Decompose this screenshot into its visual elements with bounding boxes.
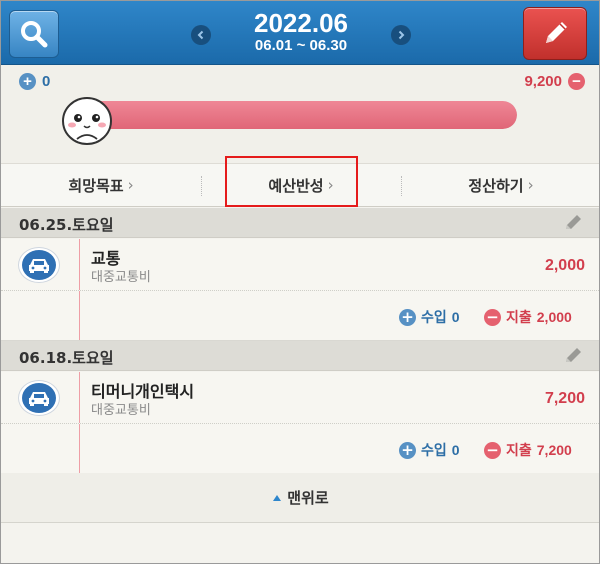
chevron-right-icon: › bbox=[127, 176, 134, 194]
search-icon bbox=[21, 21, 48, 48]
add-entry-button[interactable] bbox=[523, 7, 587, 60]
balance-panel: + 0 9,200 − bbox=[1, 65, 599, 163]
mascot-icon bbox=[62, 97, 112, 145]
budget-progress-bar bbox=[85, 101, 517, 129]
category-badge bbox=[18, 380, 60, 416]
total-expense-value: 9,200 bbox=[524, 73, 562, 90]
tab-settlement-label: 정산하기 bbox=[468, 176, 524, 195]
current-month[interactable]: 2022.06 bbox=[221, 9, 381, 37]
day-expense: − 지출 2,000 bbox=[484, 307, 572, 327]
day-expense-value: 7,200 bbox=[536, 442, 572, 458]
plus-icon: + bbox=[399, 308, 416, 326]
margin-line bbox=[79, 372, 80, 423]
day-expense: − 지출 7,200 bbox=[484, 440, 572, 460]
total-income-value: 0 bbox=[42, 73, 51, 90]
car-icon bbox=[29, 392, 49, 406]
scroll-to-top-label: 맨위로 bbox=[287, 489, 329, 507]
plus-icon: + bbox=[399, 441, 416, 459]
day-date: 06.25.토요일 bbox=[19, 216, 114, 234]
day-summary: + 수입 0 − 지출 7,200 bbox=[1, 424, 599, 474]
budget-progress-fill bbox=[85, 101, 517, 129]
category-badge bbox=[18, 247, 60, 283]
list-item[interactable]: 티머니개인택시 대중교통비 7,200 bbox=[1, 372, 599, 424]
entry-category: 대중교통비 bbox=[91, 270, 151, 285]
minus-icon: − bbox=[484, 308, 501, 326]
day-header: 06.25.토요일 bbox=[1, 208, 599, 238]
entry-amount: 2,000 bbox=[544, 257, 585, 274]
app-frame: 2022.06 06.01 ~ 06.30 + 0 9,200 − 희망목표 ›… bbox=[0, 0, 600, 564]
pencil-icon bbox=[546, 21, 567, 43]
day-income: + 수입 0 bbox=[399, 440, 460, 460]
arrow-up-icon bbox=[273, 494, 282, 501]
car-icon bbox=[29, 259, 49, 273]
day-income-label: 수입 bbox=[421, 443, 447, 459]
day-income-value: 0 bbox=[451, 309, 460, 325]
tab-goal[interactable]: 희망목표 › bbox=[1, 164, 201, 206]
day-income-value: 0 bbox=[451, 442, 460, 458]
search-button[interactable] bbox=[9, 10, 59, 58]
highlight-box bbox=[225, 156, 358, 207]
edit-day-icon[interactable] bbox=[563, 214, 585, 232]
entry-amount: 7,200 bbox=[544, 390, 585, 407]
chevron-right-icon: › bbox=[527, 176, 534, 194]
day-income: + 수입 0 bbox=[399, 307, 460, 327]
day-expense-label: 지출 bbox=[506, 310, 532, 326]
header-bar: 2022.06 06.01 ~ 06.30 bbox=[1, 1, 599, 65]
margin-line bbox=[79, 291, 80, 340]
empty-area bbox=[1, 523, 599, 563]
edit-day-icon[interactable] bbox=[563, 347, 585, 365]
day-expense-value: 2,000 bbox=[536, 309, 572, 325]
day-summary: + 수입 0 − 지출 2,000 bbox=[1, 291, 599, 341]
tab-goal-label: 희망목표 bbox=[68, 176, 124, 195]
day-header: 06.18.토요일 bbox=[1, 341, 599, 371]
plus-icon: + bbox=[19, 73, 36, 90]
day-date: 06.18.토요일 bbox=[19, 349, 114, 367]
margin-line bbox=[79, 424, 80, 473]
tab-settlement[interactable]: 정산하기 › bbox=[401, 164, 599, 206]
entry-category: 대중교통비 bbox=[91, 403, 151, 418]
day-expense-label: 지출 bbox=[506, 443, 532, 459]
scroll-to-top-button[interactable]: 맨위로 bbox=[1, 473, 599, 523]
chevron-left-icon bbox=[197, 30, 204, 40]
margin-line bbox=[79, 239, 80, 290]
prev-month-button[interactable] bbox=[191, 25, 211, 45]
minus-icon: − bbox=[568, 73, 585, 90]
minus-icon: − bbox=[484, 441, 501, 459]
chevron-right-icon bbox=[398, 30, 405, 40]
date-range: 06.01 ~ 06.30 bbox=[254, 37, 348, 54]
list-item[interactable]: 교통 대중교통비 2,000 bbox=[1, 239, 599, 291]
total-expense: 9,200 − bbox=[524, 73, 585, 90]
next-month-button[interactable] bbox=[391, 25, 411, 45]
total-income: + 0 bbox=[19, 73, 50, 90]
day-income-label: 수입 bbox=[421, 310, 447, 326]
